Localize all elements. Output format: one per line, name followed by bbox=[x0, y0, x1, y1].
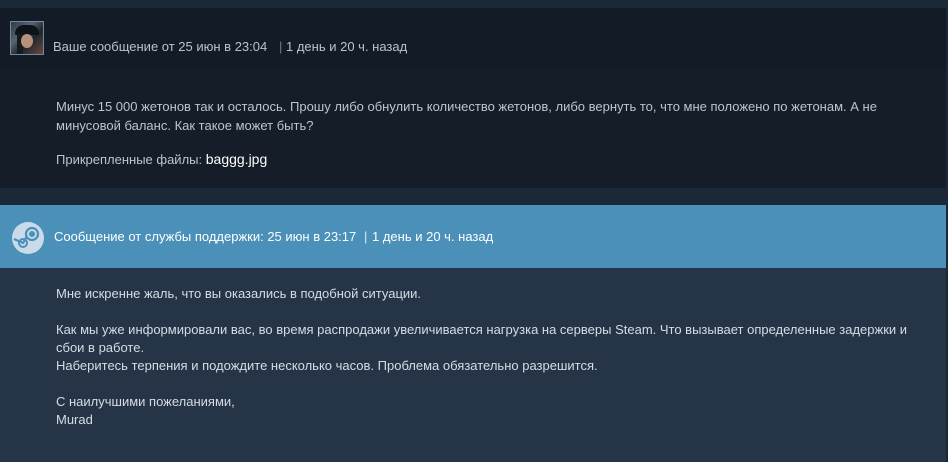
support-line bbox=[56, 375, 926, 393]
support-line: Наберитесь терпения и подождите нескольк… bbox=[56, 358, 598, 373]
user-message-ago: 1 день и 20 ч. назад bbox=[286, 39, 408, 54]
support-line bbox=[56, 303, 926, 321]
support-message-header: Сообщение от службы поддержки: 25 июн в … bbox=[0, 205, 946, 268]
attachments-label: Прикрепленные файлы: bbox=[56, 152, 203, 167]
header-separator: | bbox=[364, 229, 368, 244]
support-message-body: Мне искренне жаль, что вы оказались в по… bbox=[0, 268, 946, 462]
support-line: Как мы уже информировали вас, во время р… bbox=[56, 322, 911, 355]
steam-logo-icon bbox=[12, 222, 44, 254]
support-message-ago: 1 день и 20 ч. назад bbox=[372, 229, 494, 244]
support-line: С наилучшими пожеланиями, bbox=[56, 394, 235, 409]
user-message-body: Минус 15 000 жетонов так и осталось. Про… bbox=[56, 99, 877, 133]
support-line: Мне искренне жаль, что вы оказались в по… bbox=[56, 286, 422, 301]
user-message-date: Ваше сообщение от 25 июн в 23:04 bbox=[53, 39, 268, 54]
support-message-text: Мне искренне жаль, что вы оказались в по… bbox=[56, 285, 926, 429]
user-avatar-icon[interactable] bbox=[10, 21, 44, 55]
user-message-header: Ваше сообщение от 25 июн в 23:04 | 1 ден… bbox=[0, 8, 946, 70]
header-separator: | bbox=[279, 39, 283, 54]
support-message-date: Сообщение от службы поддержки: 25 июн в … bbox=[54, 229, 357, 244]
support-line: Murad bbox=[56, 412, 93, 427]
user-message: Ваше сообщение от 25 июн в 23:04 | 1 ден… bbox=[0, 8, 946, 188]
attachments: Прикрепленные файлы: baggg.jpg bbox=[56, 151, 267, 168]
attachment-link[interactable]: baggg.jpg bbox=[206, 151, 268, 167]
